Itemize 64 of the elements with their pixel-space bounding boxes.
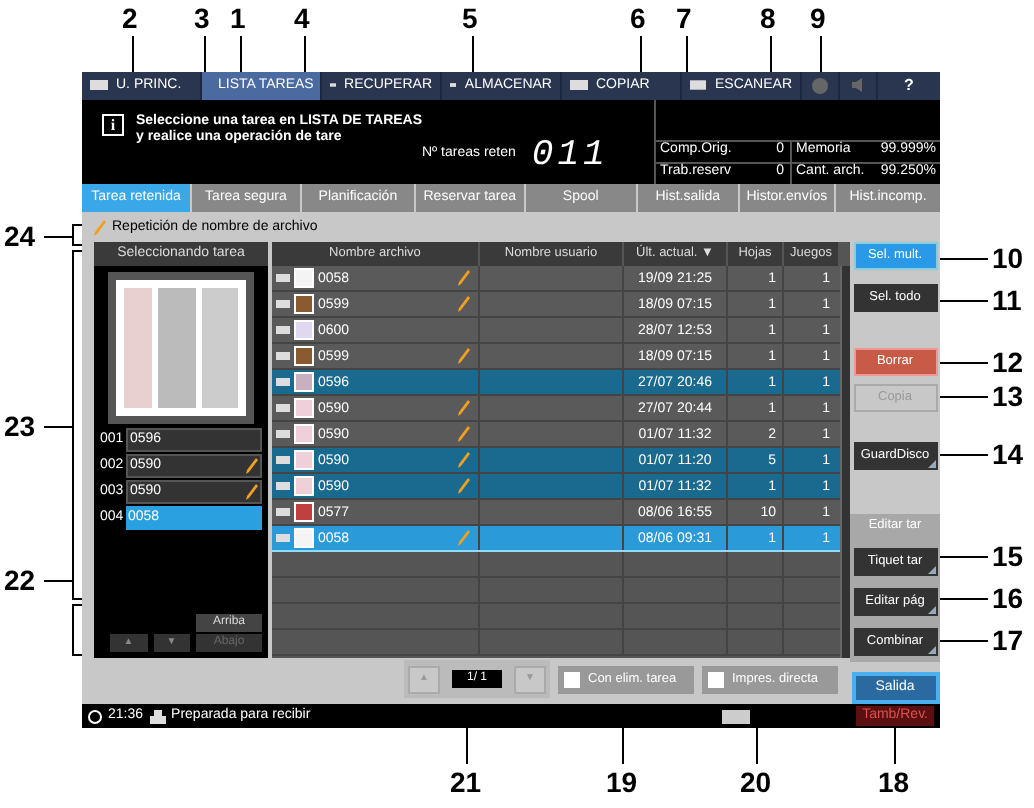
callout-number: 7 [676, 4, 692, 32]
callout-number: 18 [878, 768, 910, 796]
callout-number: 3 [194, 4, 210, 32]
job-type-icon [276, 274, 290, 283]
thumbnail-icon [294, 502, 314, 523]
thumbnail-icon [294, 372, 314, 393]
job-type-icon [276, 300, 290, 309]
thumbnail-icon [294, 476, 314, 497]
job-type-icon [276, 352, 290, 361]
callout-number: 11 [992, 286, 1022, 314]
thumbnail-icon [294, 294, 314, 315]
thumbnail-icon [294, 346, 314, 367]
job-type-icon [276, 534, 290, 543]
job-type-icon [276, 378, 290, 387]
info-icon: i [102, 113, 124, 136]
pencil-icon [458, 530, 470, 547]
job-type-icon [276, 456, 290, 465]
callout-number: 8 [760, 4, 776, 32]
printer-icon [149, 709, 166, 724]
callout-number: 21 [450, 768, 482, 796]
thumbnail-icon [294, 320, 314, 341]
speaker-icon [851, 78, 865, 93]
scroll-bar[interactable] [840, 266, 850, 659]
held-jobs-count: 011 [531, 137, 609, 174]
callout-number: 17 [992, 626, 1024, 654]
thumbnail-icon [294, 398, 314, 419]
job-type-icon [276, 508, 290, 517]
clock-icon [88, 709, 102, 724]
callout-number: 22 [4, 566, 36, 594]
callout-number: 12 [992, 348, 1024, 376]
callout-number: 14 [992, 440, 1024, 468]
callout-number: 5 [462, 4, 478, 32]
callout-number: 1 [230, 4, 246, 32]
thumbnail-icon [294, 424, 314, 445]
job-type-icon [276, 482, 290, 491]
callout-number: 19 [606, 768, 638, 796]
leader-line [44, 426, 72, 428]
callout-number: 20 [740, 768, 772, 796]
checkbox[interactable] [564, 671, 580, 688]
page-preview [116, 280, 246, 417]
pencil-icon [458, 348, 470, 365]
callout-number: 24 [4, 222, 36, 250]
checkbox[interactable] [708, 671, 724, 688]
job-type-icon [276, 326, 290, 335]
job-type-icon [276, 430, 290, 439]
thumbnail-icon [294, 268, 314, 289]
thumbnail-icon [294, 528, 314, 549]
callout-number: 15 [992, 542, 1024, 570]
callout-number: 4 [294, 4, 310, 32]
job-type-icon [276, 404, 290, 413]
thumbnail-icon [294, 450, 314, 471]
help-button[interactable]: ? [878, 72, 940, 100]
globe-button[interactable] [802, 72, 838, 100]
callout-number: 23 [4, 412, 36, 440]
callout-number: 10 [992, 244, 1024, 272]
callout-number: 16 [992, 584, 1024, 612]
volume-button[interactable] [840, 72, 876, 100]
callout-number: 6 [630, 4, 646, 32]
leader-line [44, 580, 72, 582]
pencil-icon [94, 219, 106, 236]
callout-number: 2 [122, 4, 138, 32]
callout-number: 9 [810, 4, 826, 32]
callout-number: 13 [992, 382, 1024, 410]
leader-line [44, 236, 72, 238]
